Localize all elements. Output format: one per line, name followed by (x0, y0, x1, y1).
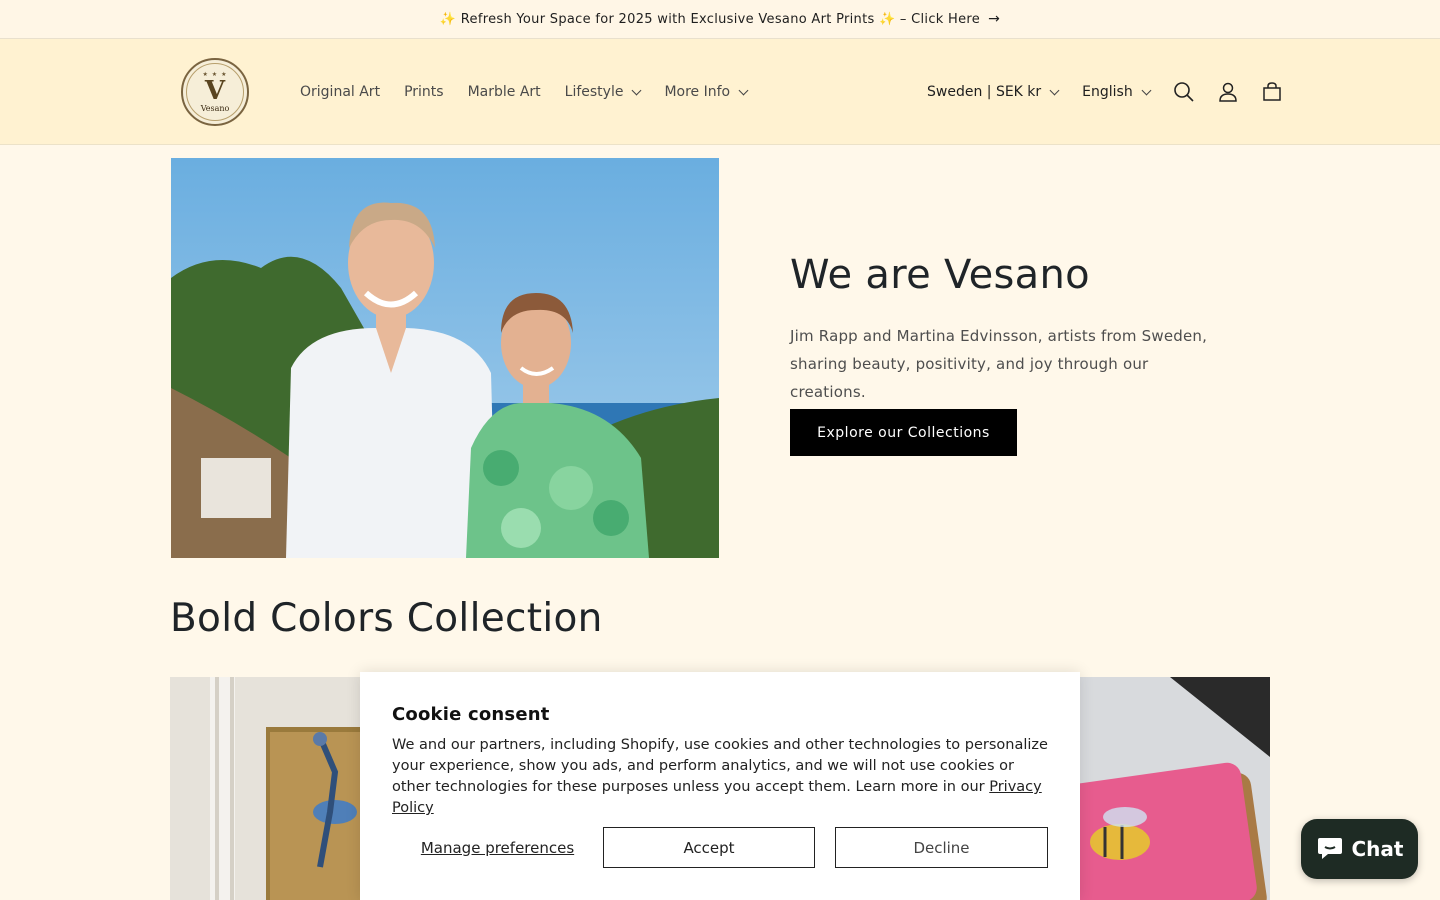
hero-title: We are Vesano (790, 252, 1090, 298)
vesano-logo[interactable]: ★ ★ ★ V Vesano (181, 58, 249, 126)
manage-preferences-link[interactable]: Manage preferences (392, 839, 603, 857)
language-selector-label: English (1082, 84, 1133, 100)
cookie-actions: Manage preferences Accept Decline (392, 827, 1048, 868)
cart-button[interactable] (1250, 70, 1294, 114)
nav-item-label: More Info (664, 84, 731, 100)
account-icon (1218, 82, 1237, 102)
accept-button[interactable]: Accept (603, 827, 815, 868)
logo-letter: V (204, 75, 226, 106)
nav-item-lifestyle[interactable]: Lifestyle (553, 84, 653, 100)
cart-icon (1262, 82, 1281, 101)
chat-label: Chat (1351, 837, 1404, 861)
nav-item-more-info[interactable]: More Info (652, 84, 759, 100)
hero-description: Jim Rapp and Martina Edvinsson, artists … (790, 327, 1208, 401)
hero-photo (171, 158, 719, 558)
nav-item-marble-art[interactable]: Marble Art (456, 84, 553, 100)
nav-item-label: Marble Art (467, 84, 541, 100)
country-selector-label: Sweden | SEK kr (927, 84, 1042, 100)
nav-item-prints[interactable]: Prints (392, 84, 456, 100)
chevron-down-icon (1049, 85, 1060, 95)
logo-word: Vesano (200, 103, 230, 113)
main-nav: Original Art Prints Marble Art Lifestyle… (288, 39, 759, 145)
announcement-text[interactable]: ✨ Refresh Your Space for 2025 with Exclu… (440, 12, 980, 27)
cookie-consent-banner: Cookie consent We and our partners, incl… (360, 672, 1080, 900)
cookie-body-text: We and our partners, including Shopify, … (392, 737, 1048, 795)
language-selector[interactable]: English (1070, 84, 1162, 100)
chat-bubble-icon (1317, 838, 1342, 859)
nav-item-original-art[interactable]: Original Art (288, 84, 392, 100)
cookie-body: We and our partners, including Shopify, … (392, 735, 1052, 819)
hero-photo-illustration (171, 158, 719, 558)
account-button[interactable] (1206, 70, 1250, 114)
explore-collections-button[interactable]: Explore our Collections (790, 409, 1017, 456)
chevron-down-icon (632, 85, 642, 95)
chevron-down-icon (1141, 85, 1152, 95)
site-header: ★ ★ ★ V Vesano Original Art Prints Marbl… (0, 39, 1440, 145)
logo-inner-ring: ★ ★ ★ V Vesano (186, 63, 244, 121)
search-button[interactable] (1162, 70, 1206, 114)
nav-item-label: Lifestyle (564, 84, 624, 100)
arrow-right-icon: → (988, 11, 1001, 27)
chat-widget-button[interactable]: Chat (1301, 819, 1418, 879)
search-icon (1173, 82, 1194, 102)
collection-title: Bold Colors Collection (170, 596, 603, 641)
announcement-bar[interactable]: ✨ Refresh Your Space for 2025 with Exclu… (0, 0, 1440, 39)
nav-item-label: Prints (404, 84, 444, 100)
chevron-down-icon (738, 85, 749, 95)
decline-button[interactable]: Decline (835, 827, 1048, 868)
header-tools: Sweden | SEK kr English (915, 39, 1294, 145)
cookie-title: Cookie consent (392, 704, 550, 725)
country-selector[interactable]: Sweden | SEK kr (915, 84, 1070, 100)
nav-item-label: Original Art (300, 84, 381, 100)
